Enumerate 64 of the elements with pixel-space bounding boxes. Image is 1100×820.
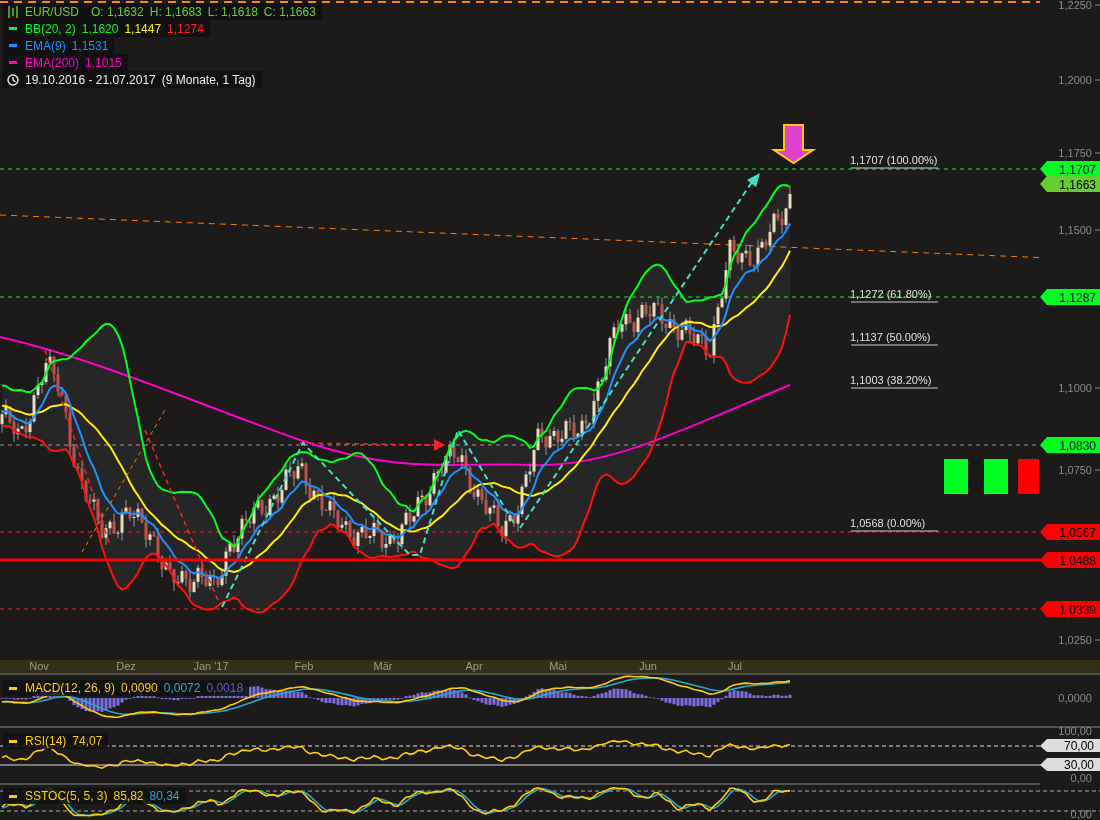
indicator-name: EMA(9) [25, 38, 66, 53]
axis-label: 1,0250 [1058, 634, 1092, 646]
price-tag: 1,0339 [1040, 601, 1100, 617]
fibonacci-label: 1,1137 (50.00%) [850, 331, 931, 343]
price-tag: 1,1663 [1040, 176, 1100, 192]
indicator-value: 0,0018 [206, 681, 244, 695]
indicator-value: 0,0090 [121, 681, 158, 695]
month-label: Dez [116, 660, 136, 672]
axis-label: 0,0000 [1058, 692, 1092, 704]
legend-swatch [9, 739, 17, 743]
axis-label: 1,2250 [1058, 0, 1092, 11]
legend-swatch [9, 686, 17, 690]
month-label: Jan '17 [193, 660, 229, 672]
fibonacci-label: 1,1003 (38.20%) [850, 374, 932, 386]
axis-label: 1,1000 [1058, 382, 1092, 394]
level-tag: 30,00 [1040, 758, 1100, 772]
price-tag: 1,1707 [1040, 161, 1100, 177]
indicator-name: BB(20, 2) [25, 21, 76, 36]
quote-value: H: 1,1683 [149, 4, 202, 19]
month-label: Jun [639, 660, 657, 672]
price-tag: 1,0567 [1040, 524, 1100, 540]
axis-label: 1,2000 [1058, 74, 1092, 86]
candlestick-icon [7, 5, 19, 18]
price-tag: 1,0488 [1040, 552, 1100, 568]
indicator-value: 80,34 [149, 789, 180, 803]
indicator-value: 1,1620 [81, 21, 119, 36]
axis-label: 100,00 [1058, 725, 1092, 737]
price-tag: 1,1287 [1040, 289, 1100, 305]
down-arrow-icon [770, 124, 817, 165]
symbol-label: EUR/USD [25, 4, 79, 19]
indicator-name: RSI(14) [25, 734, 67, 748]
axis-label: 1,1750 [1058, 147, 1092, 159]
quote-value: L: 1,1618 [207, 4, 258, 19]
month-label: Nov [29, 660, 49, 672]
month-label: Jul [727, 660, 743, 672]
indicator-value: 1,1015 [85, 55, 122, 70]
month-label: Apr [465, 660, 483, 672]
price-tag: 1,0830 [1040, 437, 1100, 453]
date-range: 19.10.2016 - 21.07.2017 [25, 72, 156, 87]
indicator-value: 1,1447 [124, 21, 162, 36]
indicator-name: EMA(200) [25, 55, 80, 70]
indicator-name: MACD(12, 26, 9) [25, 681, 116, 695]
indicator-value: 1,1531 [71, 38, 109, 53]
month-label: Feb [294, 660, 314, 672]
quote-value: C: 1,1663 [263, 4, 316, 19]
month-label: Mär [373, 660, 393, 672]
fibonacci-label: 1,0568 (0.00%) [850, 517, 926, 529]
quote-value: O: 1,1632 [91, 4, 144, 19]
legend-swatch [9, 794, 17, 798]
axis-label: 1,0750 [1058, 464, 1092, 476]
indicator-name: SSTOC(5, 5, 3) [25, 789, 108, 803]
indicator-value: 0,0072 [163, 681, 201, 695]
axis-label: 0,00 [1070, 808, 1092, 820]
month-label: Mai [549, 660, 567, 672]
fibonacci-label: 1,1707 (100.00%) [850, 154, 938, 166]
period-duration: (9 Monate, 1 Tag) [161, 72, 256, 87]
indicator-value: 74,07 [72, 734, 103, 748]
indicator-value: 85,82 [113, 789, 144, 803]
axis-label: 0,00 [1070, 772, 1092, 784]
level-tag: 70,00 [1040, 739, 1100, 753]
fibonacci-label: 1,1272 (61.80%) [850, 288, 932, 300]
axis-label: 1,1500 [1058, 224, 1092, 236]
indicator-value: 1,1274 [167, 21, 204, 36]
clock-icon [7, 73, 19, 86]
